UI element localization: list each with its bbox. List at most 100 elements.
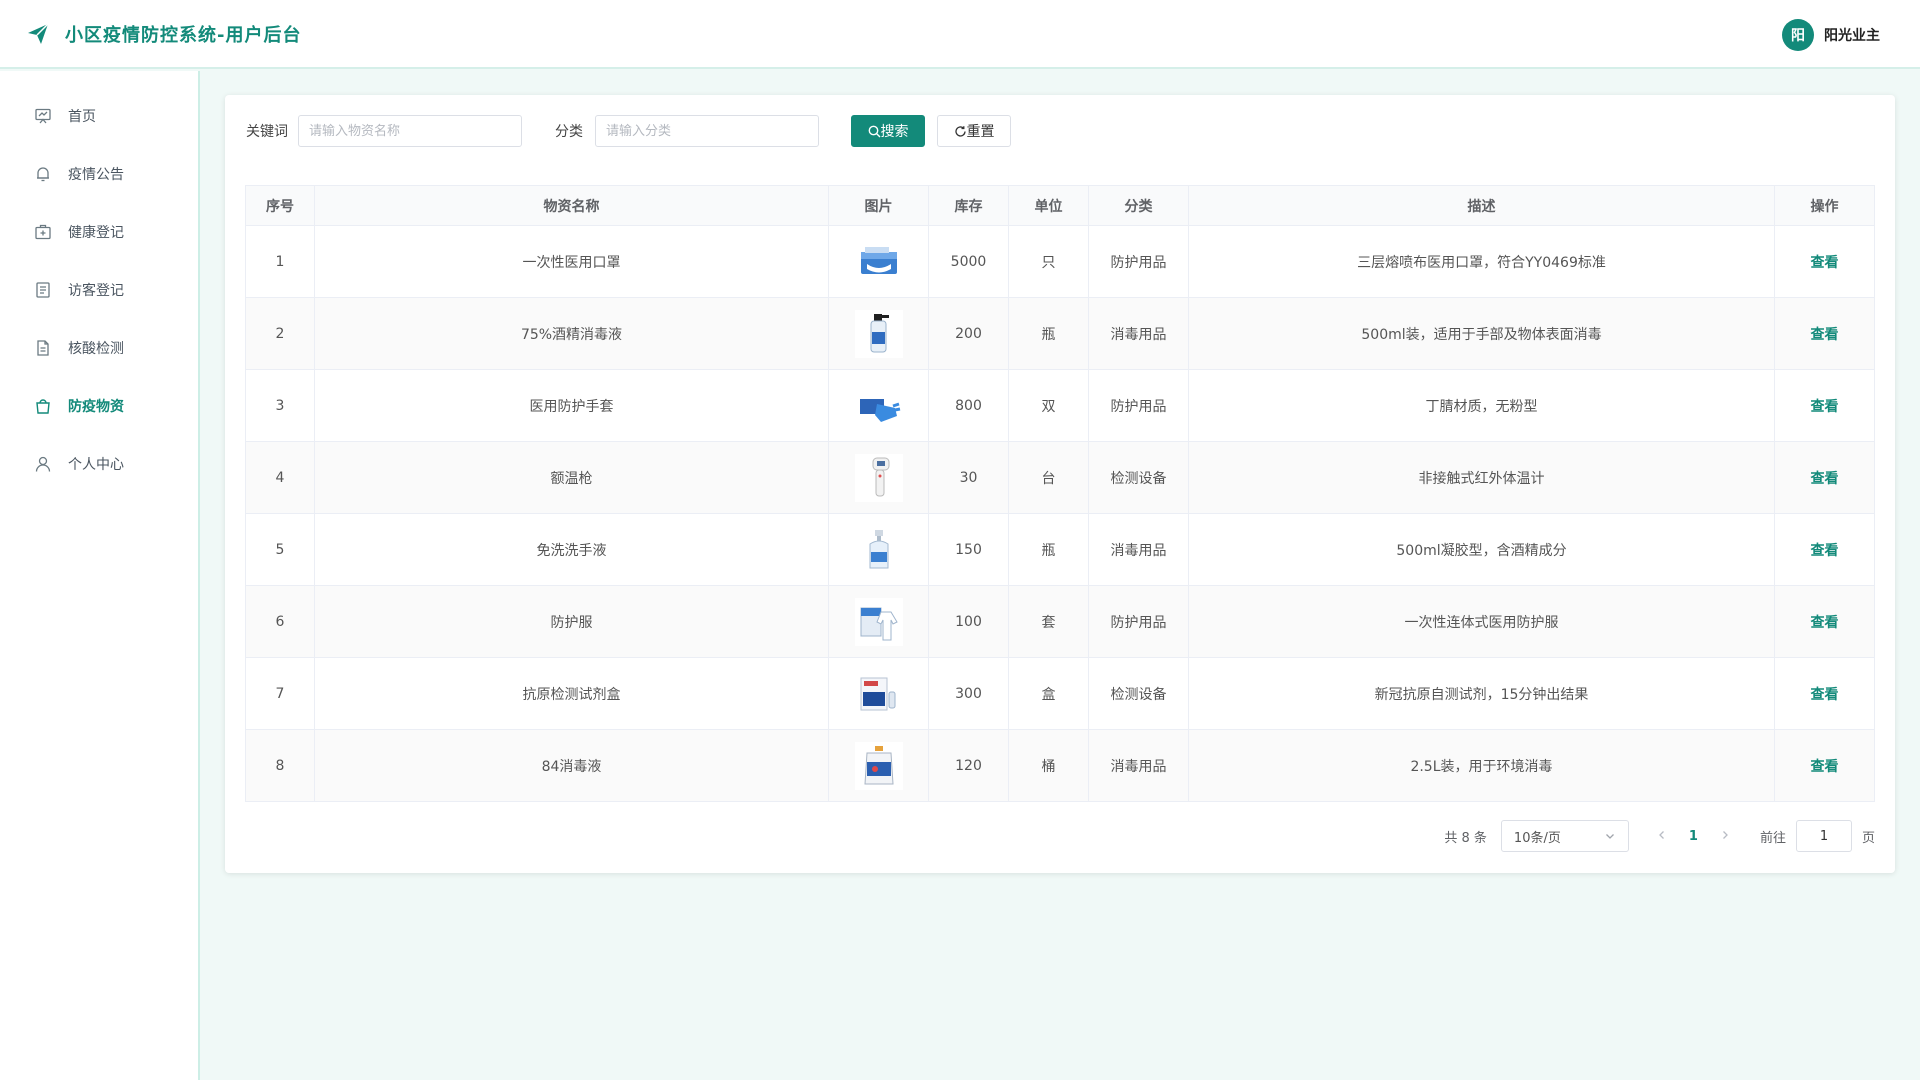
sidebar-item-label: 健康登记 [68,225,124,241]
cell-description: 三层熔喷布医用口罩，符合YY0469标准 [1188,225,1775,298]
view-link[interactable]: 查看 [1811,327,1839,343]
table-row: 3 医用防护手套 800 双防护用品 丁腈材质，无粉型 查看 [245,369,1875,442]
sidebar-item-profile[interactable]: 个人中心 [0,435,198,493]
chevron-right-icon [1723,831,1728,839]
avatar[interactable]: 阳 [1782,19,1814,51]
sidebar-item-home[interactable]: 首页 [0,87,198,145]
cell-action: 查看 [1774,297,1875,370]
view-link[interactable]: 查看 [1811,543,1839,559]
cell-action: 查看 [1774,657,1875,730]
cell-category: 消毒用品 [1088,729,1189,802]
cell-index: 7 [245,657,315,730]
cell-stock: 5000 [928,225,1009,298]
sidebar-item-visitor[interactable]: 访客登记 [0,261,198,319]
cell-image [828,585,929,658]
cell-unit: 只 [1008,225,1089,298]
cell-description: 500ml凝胶型，含酒精成分 [1188,513,1775,586]
column-header: 序号 [245,185,315,226]
cell-name: 免洗洗手液 [314,513,829,586]
cell-index: 8 [245,729,315,802]
supplies-table: 序号 物资名称 图片 库存 单位 分类 描述 操作 1 一次性医用口罩 5000 只防… [245,185,1875,802]
view-link[interactable]: 查看 [1811,255,1839,271]
product-image [854,453,903,502]
cell-category: 消毒用品 [1088,297,1189,370]
cell-description: 500ml装，适用于手部及物体表面消毒 [1188,297,1775,370]
reset-button[interactable]: 重置 [937,115,1011,147]
user-name[interactable]: 阳光业主 [1824,25,1880,45]
cell-action: 查看 [1774,369,1875,442]
view-link[interactable]: 查看 [1811,759,1839,775]
cell-image [828,729,929,802]
cell-description: 丁腈材质，无粉型 [1188,369,1775,442]
sidebar-item-nucleic[interactable]: 核酸检测 [0,319,198,377]
sidebar-item-label: 核酸检测 [68,341,124,357]
keyword-input[interactable] [298,115,522,147]
reset-button-label: 重置 [966,124,995,140]
column-header: 物资名称 [314,185,829,226]
cell-image [828,225,929,298]
search-button[interactable]: 搜索 [851,115,925,147]
cell-name: 医用防护手套 [314,369,829,442]
filter-bar: 关键词 分类 搜索 重置 [246,115,1011,147]
cell-name: 75%酒精消毒液 [314,297,829,370]
cell-unit: 桶 [1008,729,1089,802]
sidebar-item-notice[interactable]: 疫情公告 [0,145,198,203]
user-menu[interactable]: 阳 阳光业主 [1782,19,1880,51]
view-link[interactable]: 查看 [1811,615,1839,631]
brand: 小区疫情防控系统-用户后台 [26,21,301,47]
sidebar-item-health[interactable]: 健康登记 [0,203,198,261]
cell-name: 抗原检测试剂盒 [314,657,829,730]
page-size-select[interactable]: 10条/页 [1500,820,1629,852]
bag-icon [36,399,50,414]
monitor-icon [35,108,51,124]
sidebar-item-supplies[interactable]: 防疫物资 [0,377,198,435]
cell-image [828,657,929,730]
cell-stock: 800 [928,369,1009,442]
column-header: 单位 [1008,185,1089,226]
column-header: 操作 [1774,185,1875,226]
table-row: 2 75%酒精消毒液 200 瓶消毒用品 500ml装，适用于手部及物体表面消毒 查看 [245,297,1875,370]
bell-icon [37,167,49,182]
category-input[interactable] [595,115,819,147]
table-row: 1 一次性医用口罩 5000 只防护用品 三层熔喷布医用口罩，符合YY0469标准 查看 [245,225,1875,298]
chevron-left-icon [1659,831,1664,839]
cell-category: 防护用品 [1088,369,1189,442]
cell-action: 查看 [1774,585,1875,658]
product-image [854,309,903,358]
cell-stock: 300 [928,657,1009,730]
column-header: 库存 [928,185,1009,226]
cell-name: 84消毒液 [314,729,829,802]
chevron-down-icon [1605,834,1614,839]
table-row: 5 免洗洗手液 150 瓶消毒用品 500ml凝胶型，含酒精成分 查看 [245,513,1875,586]
view-link[interactable]: 查看 [1811,687,1839,703]
sidebar: 首页 疫情公告 健康登记 访客登记 核酸检测 防疫物资 个人中心 [0,71,200,1080]
cell-stock: 200 [928,297,1009,370]
table-header: 序号 物资名称 图片 库存 单位 分类 描述 操作 [245,185,1875,226]
sidebar-item-label: 个人中心 [68,457,124,473]
prev-page-button[interactable] [1645,828,1679,844]
user-icon [35,456,51,472]
goto-page-input[interactable] [1795,820,1852,852]
page-size-value: 10条/页 [1513,830,1561,846]
view-link[interactable]: 查看 [1811,399,1839,415]
next-page-button[interactable] [1708,828,1742,844]
cell-index: 6 [245,585,315,658]
app-title: 小区疫情防控系统-用户后台 [65,24,302,46]
cell-image [828,513,929,586]
cell-unit: 套 [1008,585,1089,658]
top-header: 小区疫情防控系统-用户后台 阳 阳光业主 [0,0,1920,69]
cell-unit: 瓶 [1008,297,1089,370]
view-link[interactable]: 查看 [1811,471,1839,487]
cell-description: 非接触式红外体温计 [1188,441,1775,514]
cell-unit: 双 [1008,369,1089,442]
table-row: 4 额温枪 30 台检测设备 非接触式红外体温计 查看 [245,441,1875,514]
page-number[interactable]: 1 [1679,829,1708,844]
cell-stock: 100 [928,585,1009,658]
pagination: 共 8 条 10条/页 1 前往 页 [1444,820,1875,852]
cell-stock: 120 [928,729,1009,802]
cell-category: 检测设备 [1088,657,1189,730]
medical-box-icon [35,224,51,240]
cell-index: 1 [245,225,315,298]
notebook-icon [36,282,50,298]
table-row: 6 防护服 100 套防护用品 一次性连体式医用防护服 查看 [245,585,1875,658]
